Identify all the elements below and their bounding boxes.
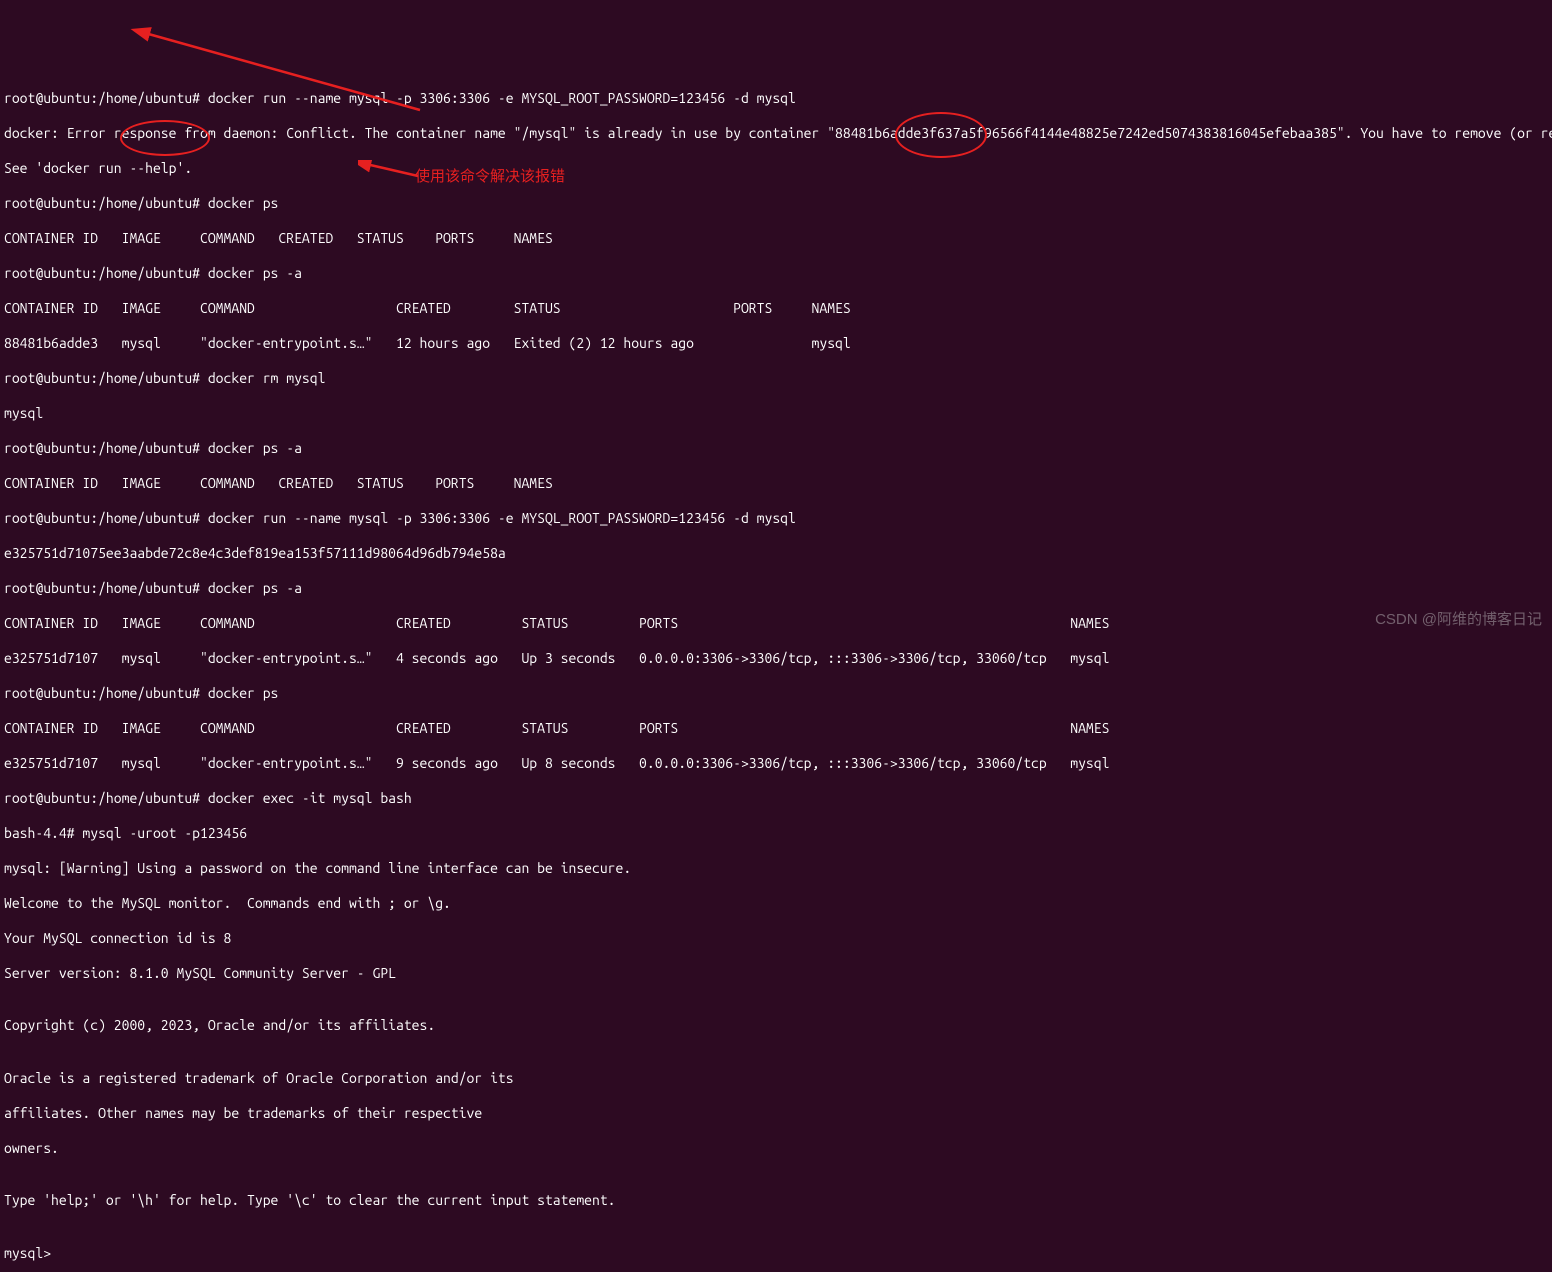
- terminal-line: root@ubuntu:/home/ubuntu# docker run --n…: [4, 90, 1548, 108]
- terminal-line: CONTAINER ID IMAGE COMMAND CREATED STATU…: [4, 615, 1548, 633]
- terminal-line: CONTAINER ID IMAGE COMMAND CREATED STATU…: [4, 300, 1548, 318]
- terminal-line: root@ubuntu:/home/ubuntu# docker run --n…: [4, 510, 1548, 528]
- terminal-line: docker: Error response from daemon: Conf…: [4, 125, 1548, 143]
- terminal-line: CONTAINER ID IMAGE COMMAND CREATED STATU…: [4, 230, 1548, 248]
- terminal-line: root@ubuntu:/home/ubuntu# docker rm mysq…: [4, 370, 1548, 388]
- terminal-line: owners.: [4, 1140, 1548, 1158]
- terminal-line: 88481b6adde3 mysql "docker-entrypoint.s……: [4, 335, 1548, 353]
- terminal-line: CONTAINER ID IMAGE COMMAND CREATED STATU…: [4, 475, 1548, 493]
- terminal-line: root@ubuntu:/home/ubuntu# docker ps -a: [4, 580, 1548, 598]
- terminal-line: affiliates. Other names may be trademark…: [4, 1105, 1548, 1123]
- terminal-line: root@ubuntu:/home/ubuntu# docker exec -i…: [4, 790, 1548, 808]
- terminal-line: root@ubuntu:/home/ubuntu# docker ps: [4, 685, 1548, 703]
- terminal-line: CONTAINER ID IMAGE COMMAND CREATED STATU…: [4, 720, 1548, 738]
- terminal-line: See 'docker run --help'.: [4, 160, 1548, 178]
- terminal-prompt[interactable]: mysql>: [4, 1245, 1548, 1263]
- terminal-line: mysql: [4, 405, 1548, 423]
- terminal-line: Server version: 8.1.0 MySQL Community Se…: [4, 965, 1548, 983]
- terminal-line: Oracle is a registered trademark of Orac…: [4, 1070, 1548, 1088]
- terminal-line: Welcome to the MySQL monitor. Commands e…: [4, 895, 1548, 913]
- terminal-output[interactable]: root@ubuntu:/home/ubuntu# docker run --n…: [4, 72, 1548, 1272]
- terminal-line: e325751d71075ee3aabde72c8e4c3def819ea153…: [4, 545, 1548, 563]
- terminal-line: root@ubuntu:/home/ubuntu# docker ps -a: [4, 265, 1548, 283]
- watermark: CSDN @阿维的博客日记: [1375, 611, 1542, 630]
- terminal-line: e325751d7107 mysql "docker-entrypoint.s……: [4, 650, 1548, 668]
- terminal-line: e325751d7107 mysql "docker-entrypoint.s……: [4, 755, 1548, 773]
- terminal-line: Copyright (c) 2000, 2023, Oracle and/or …: [4, 1017, 1548, 1035]
- terminal-line: mysql: [Warning] Using a password on the…: [4, 860, 1548, 878]
- terminal-line: root@ubuntu:/home/ubuntu# docker ps -a: [4, 440, 1548, 458]
- terminal-line: root@ubuntu:/home/ubuntu# docker ps: [4, 195, 1548, 213]
- terminal-line: Your MySQL connection id is 8: [4, 930, 1548, 948]
- terminal-line: Type 'help;' or '\h' for help. Type '\c'…: [4, 1192, 1548, 1210]
- terminal-line: bash-4.4# mysql -uroot -p123456: [4, 825, 1548, 843]
